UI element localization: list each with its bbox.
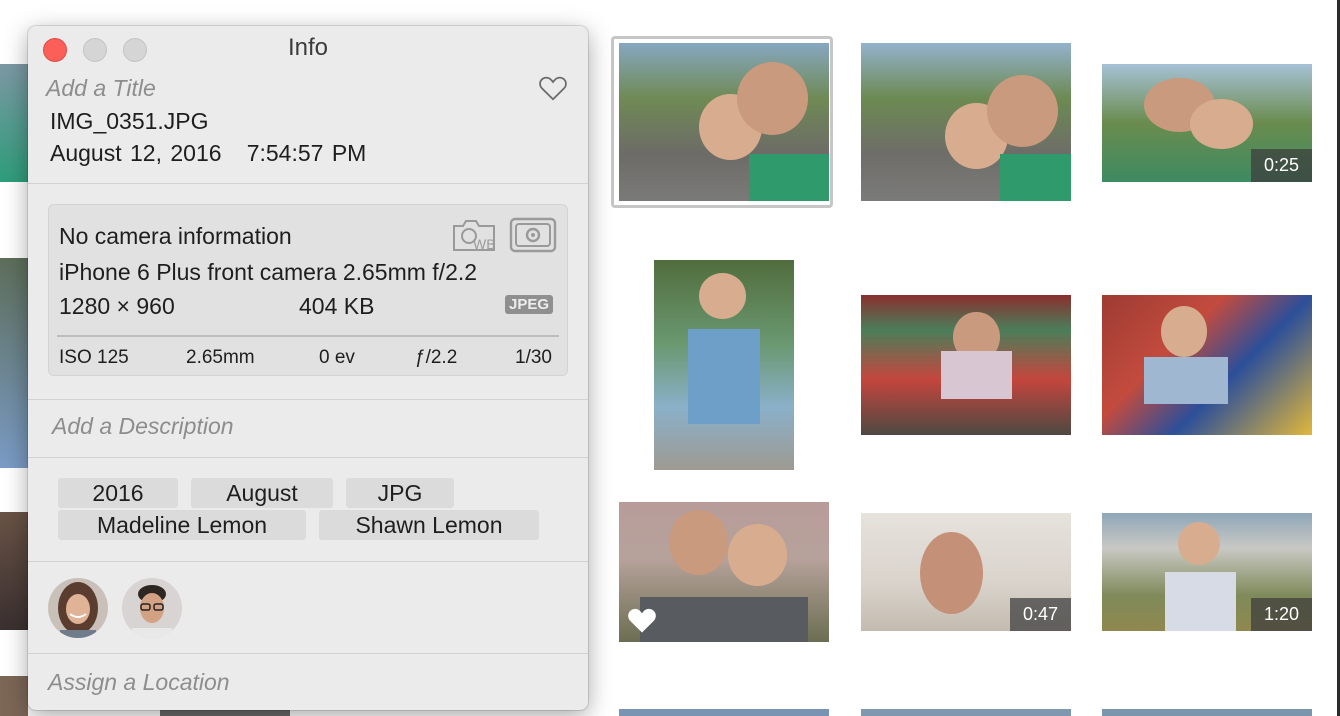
date: August 12, 2016 bbox=[50, 140, 222, 166]
keyword-tag[interactable]: 2016 bbox=[58, 478, 178, 508]
video-thumbnail[interactable]: 0:47 bbox=[861, 513, 1071, 631]
divider bbox=[28, 399, 588, 400]
photo-thumbnail[interactable] bbox=[1102, 709, 1312, 716]
format-badge: JPEG bbox=[505, 295, 554, 314]
image-dimensions: 1280 × 960 bbox=[59, 293, 175, 319]
camera-lens: iPhone 6 Plus front camera 2.65mm f/2.2 bbox=[59, 259, 478, 285]
camera-info-box: No camera information WB iPhone 6 Plus f… bbox=[48, 204, 568, 376]
photo-thumbnail[interactable] bbox=[1102, 295, 1312, 435]
photo-thumbnail[interactable] bbox=[619, 502, 829, 642]
photo-thumbnail[interactable] bbox=[0, 258, 28, 468]
description-field[interactable]: Add a Description bbox=[52, 413, 234, 440]
location-field[interactable]: Assign a Location bbox=[48, 669, 230, 696]
white-balance-icon: WB bbox=[453, 220, 496, 252]
photo-thumbnail[interactable] bbox=[0, 64, 28, 182]
file-size: 404 KB bbox=[299, 293, 375, 319]
keyword-tag[interactable]: August bbox=[191, 478, 333, 508]
exif-aperture: ƒ/2.2 bbox=[415, 347, 458, 368]
photo-thumbnail[interactable] bbox=[861, 295, 1071, 435]
avatar[interactable] bbox=[122, 578, 182, 638]
time: 7:54:57 PM bbox=[246, 140, 367, 166]
date-time: August 12, 2016 7:54:57 PM bbox=[50, 140, 366, 167]
keyword-tag[interactable]: JPG bbox=[346, 478, 454, 508]
photo-thumbnail[interactable] bbox=[0, 676, 28, 716]
keyword-tag[interactable]: Shawn Lemon bbox=[319, 510, 539, 540]
filename: IMG_0351.JPG bbox=[50, 108, 209, 134]
svg-text:WB: WB bbox=[473, 236, 496, 252]
video-duration: 0:25 bbox=[1250, 149, 1312, 182]
info-panel: Info Add a Title IMG_0351.JPG August 12,… bbox=[28, 26, 588, 710]
photo-thumbnail[interactable] bbox=[861, 43, 1071, 201]
divider bbox=[28, 457, 588, 458]
photo-thumbnail[interactable] bbox=[861, 709, 1071, 716]
metering-icon bbox=[509, 217, 557, 253]
exif-exposure: 0 ev bbox=[319, 347, 355, 368]
exif-focal-length: 2.65mm bbox=[186, 347, 255, 368]
avatar[interactable] bbox=[48, 578, 108, 638]
photo-thumbnail[interactable] bbox=[654, 260, 794, 470]
heart-filled-icon bbox=[628, 608, 656, 633]
video-thumbnail[interactable]: 1:20 bbox=[1102, 513, 1312, 631]
exif-shutter: 1/30 bbox=[515, 347, 552, 368]
video-duration: 0:47 bbox=[1009, 598, 1071, 631]
heart-outline-icon[interactable] bbox=[538, 74, 568, 102]
divider bbox=[28, 561, 588, 562]
title-field[interactable]: Add a Title bbox=[46, 75, 156, 102]
photo-thumbnail[interactable] bbox=[619, 709, 829, 716]
camera-info: No camera information bbox=[59, 223, 292, 249]
keyword-tag[interactable]: Madeline Lemon bbox=[58, 510, 306, 540]
person-face-icon bbox=[122, 578, 182, 638]
video-thumbnail[interactable]: 0:25 bbox=[1102, 64, 1312, 182]
divider bbox=[28, 183, 588, 184]
divider bbox=[28, 653, 588, 654]
titlebar[interactable]: Info bbox=[28, 26, 588, 70]
camera-separator bbox=[57, 335, 559, 337]
video-duration: 1:20 bbox=[1250, 598, 1312, 631]
photo-thumbnail[interactable] bbox=[0, 512, 28, 630]
photo-thumbnail[interactable] bbox=[619, 43, 829, 201]
person-face-icon bbox=[48, 578, 108, 638]
window-title: Info bbox=[287, 34, 329, 61]
exif-iso: ISO 125 bbox=[59, 347, 129, 368]
